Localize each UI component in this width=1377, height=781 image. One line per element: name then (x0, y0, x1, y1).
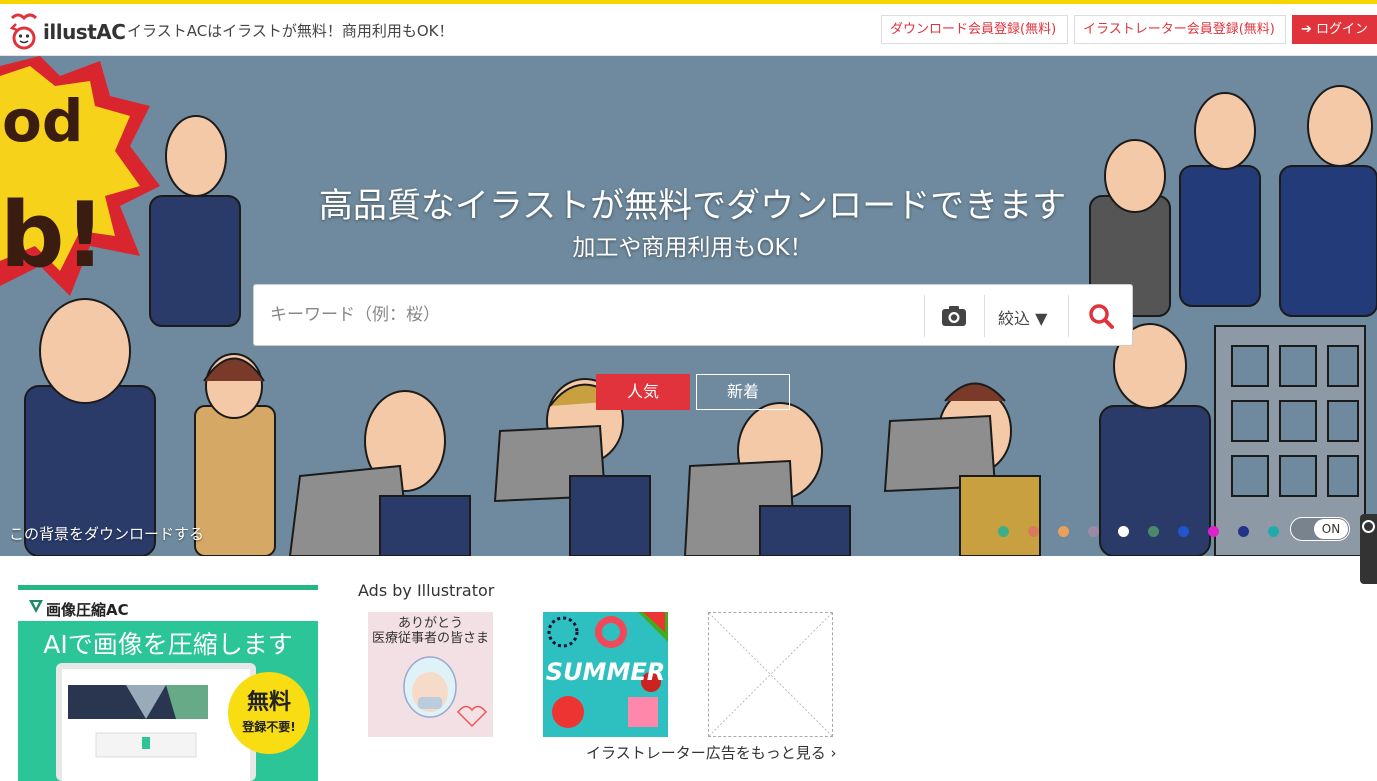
free-badge-big: 無料 (246, 690, 291, 715)
background-color-dot[interactable] (1088, 526, 1099, 537)
ad-body: AIで画像を圧縮します 無料 登録不要! (18, 621, 318, 781)
login-button[interactable]: ➔ ログイン (1292, 15, 1377, 44)
nurse-illustration (403, 656, 488, 728)
illustrator-ad-placeholder[interactable] (708, 612, 833, 737)
placeholder-image-icon (708, 612, 833, 737)
site-header: illustAC イラストACはイラストが無料！商用利用もOK！ ダウンロード会… (0, 4, 1377, 56)
illustac-logo-icon[interactable] (6, 10, 42, 52)
download-signup-button[interactable]: ダウンロード会員登録(無料) (881, 15, 1068, 44)
free-badge-small: 登録不要! (242, 720, 296, 734)
free-badge: 無料 登録不要! (228, 672, 310, 754)
ad-header: 画像圧縮AC (18, 585, 318, 621)
help-icon (1362, 520, 1375, 533)
illustrator-ad-thanks[interactable]: ありがとう 医療従事者の皆さま (368, 612, 493, 737)
ad-brand: 画像圧縮AC (46, 601, 129, 619)
background-color-dot[interactable] (1148, 526, 1159, 537)
background-color-dot[interactable] (998, 526, 1009, 537)
search-input[interactable] (254, 285, 924, 345)
background-color-dot[interactable] (1238, 526, 1249, 537)
search-divider (1068, 295, 1069, 337)
search-divider (984, 295, 985, 337)
brand-name[interactable]: illustAC (43, 20, 126, 44)
ads-section-title: Ads by Illustrator (358, 581, 495, 600)
tab-popular[interactable]: 人気 (596, 374, 690, 410)
illustrator-signup-button[interactable]: イラストレーター会員登録(無料) (1074, 15, 1286, 44)
background-color-dot[interactable] (1268, 526, 1279, 537)
ad-headline: AIで画像を圧縮します (43, 630, 293, 659)
background-color-dot[interactable] (1118, 526, 1129, 537)
hero-title: 高品質なイラストが無料でダウンロードできます (318, 186, 1067, 226)
background-color-dot[interactable] (1208, 526, 1219, 537)
search-icon[interactable] (1086, 301, 1116, 331)
login-label: ログイン (1316, 22, 1369, 37)
svg-text:od: od (2, 87, 83, 155)
image-compress-ad[interactable]: 画像圧縮AC AIで画像を圧縮します 無料 登録不要! (18, 585, 318, 781)
site-tagline: イラストACはイラストが無料！商用利用もOK！ (127, 22, 454, 40)
background-toggle[interactable]: ON (1290, 517, 1350, 541)
ad-summer-text: SUMMER (545, 658, 666, 686)
background-color-dot[interactable] (1178, 526, 1189, 537)
side-help-tab[interactable] (1360, 514, 1377, 584)
search-bar: 絞込 ▼ (253, 284, 1133, 346)
background-color-dot[interactable] (1028, 526, 1039, 537)
toggle-label: ON (1314, 519, 1348, 539)
camera-icon[interactable] (939, 301, 969, 331)
background-color-dot[interactable] (1058, 526, 1069, 537)
download-background-link[interactable]: この背景をダウンロードする (9, 523, 204, 544)
search-divider (924, 295, 925, 337)
login-icon: ➔ (1301, 22, 1312, 37)
hero-banner: od b! 高品質なイラストが無料でダウンロードできます 加工や商用利用もOK！… (0, 56, 1377, 556)
tab-new[interactable]: 新着 (696, 374, 790, 410)
hero-subtitle: 加工や商用利用もOK！ (572, 235, 813, 261)
illustrator-ad-summer[interactable]: SUMMER (543, 612, 668, 737)
ac-logo-icon (29, 600, 43, 613)
laptop-mockup (56, 663, 256, 781)
filter-dropdown[interactable]: 絞込 ▼ (998, 305, 1047, 329)
more-illustrator-ads-link[interactable]: イラストレーター広告をもっと見る › (586, 742, 836, 763)
